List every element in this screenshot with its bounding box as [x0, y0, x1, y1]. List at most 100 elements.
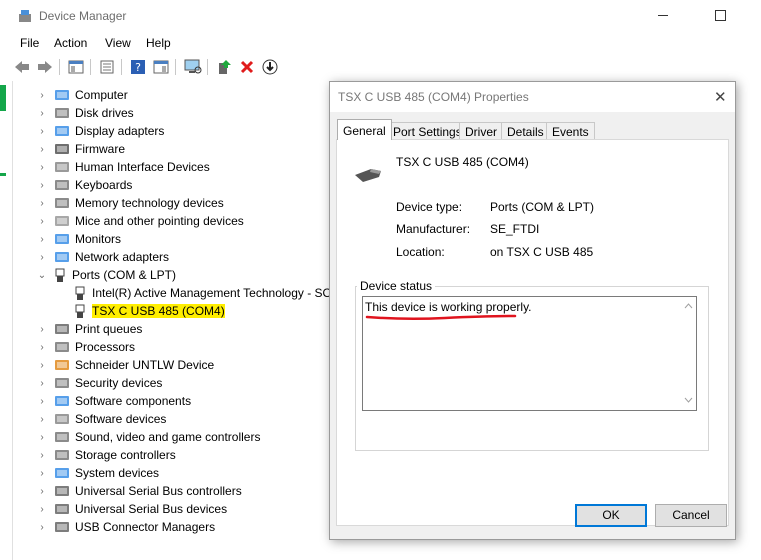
tree-category-item[interactable]: › Print queues	[37, 320, 142, 338]
usb-icon	[54, 520, 70, 534]
device-manager-icon	[19, 10, 31, 22]
expand-icon[interactable]: ›	[37, 378, 47, 389]
tree-category-item[interactable]: › USB Connector Managers	[37, 518, 215, 536]
maximize-button[interactable]	[715, 10, 726, 21]
tree-item-label: Universal Serial Bus devices	[75, 502, 228, 516]
tree-category-item[interactable]: › Display adapters	[37, 122, 164, 140]
memory-icon	[54, 196, 70, 210]
device-name: TSX C USB 485 (COM4)	[396, 155, 529, 169]
expand-icon[interactable]: ›	[37, 126, 47, 137]
expand-icon[interactable]: ›	[37, 342, 47, 353]
menu-help[interactable]: Help	[146, 36, 171, 50]
tab-details[interactable]: Details	[501, 122, 550, 139]
port-icon	[54, 268, 67, 282]
expand-icon[interactable]: ›	[37, 522, 47, 533]
tab-general[interactable]: General	[337, 119, 392, 140]
tree-category-item[interactable]: › Software devices	[37, 410, 166, 428]
expand-icon[interactable]: ›	[37, 216, 47, 227]
collapse-icon[interactable]: ⌄	[37, 270, 47, 281]
firmware-icon	[54, 142, 70, 156]
menu-file[interactable]: File	[20, 36, 39, 50]
expand-icon[interactable]: ›	[37, 486, 47, 497]
tree-category-item[interactable]: › Firmware	[37, 140, 125, 158]
expand-icon[interactable]: ›	[37, 198, 47, 209]
expand-icon[interactable]: ›	[37, 234, 47, 245]
expand-icon[interactable]: ›	[37, 144, 47, 155]
device-status-textbox[interactable]: This device is working properly.	[362, 296, 697, 411]
device-icon	[54, 358, 70, 372]
disk-icon	[54, 106, 70, 120]
expand-icon[interactable]: ›	[37, 324, 47, 335]
tree-item-label: Processors	[75, 340, 136, 354]
tree-category-item[interactable]: › Disk drives	[37, 104, 133, 122]
expand-icon[interactable]: ›	[37, 468, 47, 479]
printer-icon	[54, 322, 70, 336]
tab-driver[interactable]: Driver	[459, 122, 503, 139]
title-bar: Device Manager	[0, 0, 761, 32]
expand-icon[interactable]: ›	[37, 90, 47, 101]
tree-category-item[interactable]: › Network adapters	[37, 248, 169, 266]
expand-icon[interactable]: ›	[37, 360, 47, 371]
cancel-button[interactable]: Cancel	[655, 504, 727, 527]
window-title: Device Manager	[39, 9, 127, 23]
tree-category-item[interactable]: › Software components	[37, 392, 191, 410]
show-hide-tree-icon[interactable]	[67, 58, 85, 76]
location-label: Location:	[396, 245, 445, 259]
expand-icon[interactable]: ›	[37, 450, 47, 461]
tree-category-item[interactable]: › Mice and other pointing devices	[37, 212, 243, 230]
update-driver-icon[interactable]	[215, 58, 233, 76]
tree-item-label: Network adapters	[75, 250, 170, 264]
back-arrow-icon[interactable]	[13, 58, 31, 76]
tree-category-item[interactable]: ⌄ Ports (COM & LPT)	[37, 266, 176, 284]
scan-hardware-icon[interactable]	[184, 58, 202, 76]
tree-category-item[interactable]: › Keyboards	[37, 176, 132, 194]
tree-category-item[interactable]: › Sound, video and game controllers	[37, 428, 260, 446]
tree-category-item[interactable]: › Memory technology devices	[37, 194, 224, 212]
network-icon	[54, 250, 70, 264]
tree-child-item[interactable]: TSX C USB 485 (COM4)	[74, 302, 225, 320]
tree-category-item[interactable]: › Storage controllers	[37, 446, 175, 464]
device-type-label: Device type:	[396, 200, 463, 214]
tree-category-item[interactable]: › Universal Serial Bus controllers	[37, 482, 241, 500]
menu-view[interactable]: View	[105, 36, 131, 50]
uninstall-icon[interactable]	[238, 58, 256, 76]
tree-item-label: Keyboards	[75, 178, 133, 192]
tree-category-item[interactable]: › Processors	[37, 338, 135, 356]
properties-icon[interactable]	[98, 58, 116, 76]
expand-icon[interactable]: ›	[37, 252, 47, 263]
tab-port-settings[interactable]: Port Settings	[387, 122, 468, 139]
dialog-title: TSX C USB 485 (COM4) Properties	[338, 90, 529, 104]
ok-button[interactable]: OK	[575, 504, 647, 527]
toolbar: ?	[0, 55, 761, 79]
tree-category-item[interactable]: › System devices	[37, 464, 159, 482]
expand-icon[interactable]: ›	[37, 504, 47, 515]
download-icon[interactable]	[261, 58, 279, 76]
tree-item-label: Memory technology devices	[75, 196, 224, 210]
expand-icon[interactable]: ›	[37, 162, 47, 173]
tree-item-label: Monitors	[75, 232, 122, 246]
help-icon[interactable]: ?	[129, 58, 147, 76]
tab-events[interactable]: Events	[546, 122, 595, 139]
tree-category-item[interactable]: › Universal Serial Bus devices	[37, 500, 227, 518]
computer-icon	[54, 88, 70, 102]
expand-icon[interactable]: ›	[37, 396, 47, 407]
expand-icon[interactable]: ›	[37, 432, 47, 443]
tree-item-label: Human Interface Devices	[75, 160, 210, 174]
status-scrollbar[interactable]	[681, 297, 696, 410]
tree-category-item[interactable]: › Human Interface Devices	[37, 158, 210, 176]
tree-category-item[interactable]: › Schneider UNTLW Device	[37, 356, 214, 374]
tree-category-item[interactable]: › Monitors	[37, 230, 121, 248]
tree-item-label: Computer	[75, 88, 128, 102]
tree-category-item[interactable]: › Computer	[37, 86, 128, 104]
expand-icon[interactable]: ›	[37, 108, 47, 119]
close-icon[interactable]: ✕	[714, 88, 727, 106]
display-icon	[54, 124, 70, 138]
forward-arrow-icon[interactable]	[36, 58, 54, 76]
minimize-button[interactable]	[658, 15, 668, 16]
menu-action[interactable]: Action	[54, 36, 87, 50]
expand-icon[interactable]: ›	[37, 414, 47, 425]
tree-category-item[interactable]: › Security devices	[37, 374, 162, 392]
view-icon[interactable]	[152, 58, 170, 76]
expand-icon[interactable]: ›	[37, 180, 47, 191]
manufacturer-value: SE_FTDI	[490, 222, 540, 236]
